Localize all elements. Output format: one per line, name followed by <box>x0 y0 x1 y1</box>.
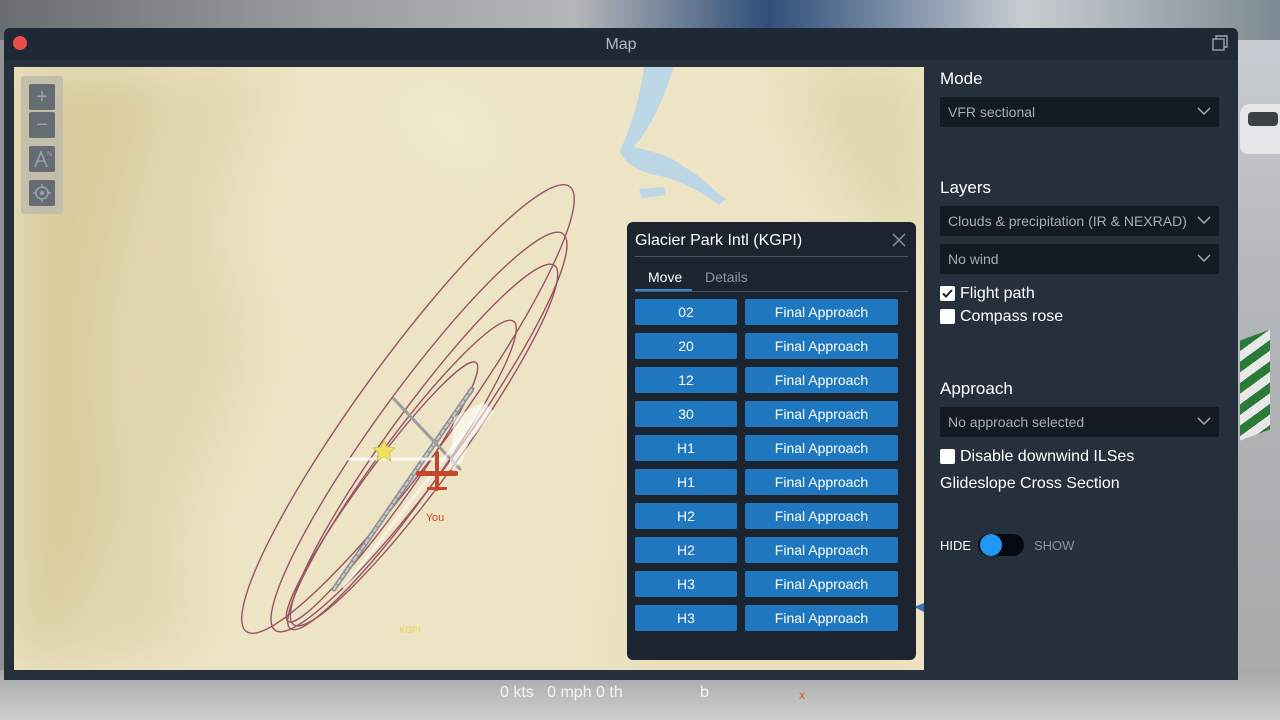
hud-x-marker: x <box>799 688 805 702</box>
runway-button[interactable]: 30 <box>635 401 737 427</box>
compass-rose-option: Compass rose <box>940 308 1140 328</box>
runway-button[interactable]: H2 <box>635 503 737 529</box>
final-approach-button[interactable]: Final Approach <box>745 299 898 325</box>
recenter-button[interactable] <box>29 180 55 206</box>
flight-path-checkbox[interactable] <box>940 286 955 301</box>
final-approach-button[interactable]: Final Approach <box>745 469 898 495</box>
chevron-down-icon <box>1197 107 1211 116</box>
tab-move[interactable]: Move <box>648 269 682 285</box>
north-up-button[interactable]: N <box>29 146 55 172</box>
chevron-down-icon <box>1197 254 1211 263</box>
background-car <box>1240 104 1280 154</box>
chevron-down-icon <box>1197 417 1211 426</box>
glideslope-toggle-row: HIDE SHOW <box>940 533 1140 557</box>
map-controls: + − N <box>21 76 63 214</box>
checkmark-icon <box>942 289 953 298</box>
final-approach-button[interactable]: Final Approach <box>745 401 898 427</box>
runway-button[interactable]: H3 <box>635 605 737 631</box>
svg-text:KGPI: KGPI <box>399 625 421 635</box>
runway-button[interactable]: H1 <box>635 435 737 461</box>
flight-path-option: Flight path <box>940 285 1140 305</box>
weather-layer-dropdown[interactable]: Clouds & precipitation (IR & NEXRAD) <box>940 206 1219 236</box>
approach-label: Approach <box>940 379 1013 398</box>
tab-details[interactable]: Details <box>705 269 748 285</box>
final-approach-button[interactable]: Final Approach <box>745 333 898 359</box>
zoom-out-button[interactable]: − <box>29 112 55 138</box>
approach-dropdown-value: No approach selected <box>948 414 1085 430</box>
runway-button[interactable]: H3 <box>635 571 737 597</box>
final-approach-button[interactable]: Final Approach <box>745 571 898 597</box>
window-titlebar[interactable]: Map <box>4 28 1238 60</box>
mode-label: Mode <box>940 69 983 88</box>
settings-panel: Mode VFR sectional Layers Clouds & preci… <box>940 67 1220 670</box>
runway-button[interactable]: H1 <box>635 469 737 495</box>
north-arrow-icon: N <box>34 149 52 168</box>
popout-window-icon[interactable] <box>1212 35 1228 51</box>
compass-rose-label: Compass rose <box>960 308 1064 325</box>
airport-popup: Glacier Park Intl (KGPI) Move Details 02… <box>627 222 916 660</box>
mode-dropdown-value: VFR sectional <box>948 104 1036 120</box>
popup-title: Glacier Park Intl (KGPI) <box>635 232 803 249</box>
hud-b-text: b <box>700 684 709 701</box>
close-icon[interactable] <box>892 233 906 247</box>
final-approach-button[interactable]: Final Approach <box>745 537 898 563</box>
tabs-divider <box>635 291 908 292</box>
wind-layer-value: No wind <box>948 251 999 267</box>
toggle-knob <box>980 534 1002 556</box>
svg-text:N: N <box>47 151 52 158</box>
runway-button[interactable]: 12 <box>635 367 737 393</box>
runway-button[interactable]: 02 <box>635 299 737 325</box>
chevron-down-icon <box>1197 216 1211 225</box>
final-approach-button[interactable]: Final Approach <box>745 367 898 393</box>
final-approach-button[interactable]: Final Approach <box>745 605 898 631</box>
final-approach-button[interactable]: Final Approach <box>745 503 898 529</box>
crosshair-icon <box>33 184 51 202</box>
zoom-in-button[interactable]: + <box>29 84 55 110</box>
popup-divider <box>635 256 908 257</box>
toggle-hide-label: HIDE <box>940 538 972 553</box>
final-approach-button[interactable]: Final Approach <box>745 435 898 461</box>
window-title: Map <box>605 36 637 53</box>
glideslope-toggle[interactable] <box>978 534 1024 556</box>
map-window: Map You KGPI + − N Glacier Park Intl (KG… <box>4 28 1238 680</box>
speed-readout: 0 kts 0 mph 0 th <box>500 684 623 701</box>
glideslope-label: Glideslope Cross Section <box>940 475 1120 492</box>
wind-layer-dropdown[interactable]: No wind <box>940 244 1219 274</box>
disable-downwind-checkbox[interactable] <box>940 449 955 464</box>
svg-text:You: You <box>426 512 445 524</box>
approach-dropdown[interactable]: No approach selected <box>940 407 1219 437</box>
mode-dropdown[interactable]: VFR sectional <box>940 97 1219 127</box>
compass-rose-checkbox[interactable] <box>940 309 955 324</box>
runway-button[interactable]: 20 <box>635 333 737 359</box>
layers-label: Layers <box>940 178 992 197</box>
toggle-show-label: SHOW <box>1034 538 1075 553</box>
disable-downwind-option: Disable downwind ILSes <box>940 448 1200 468</box>
background-stripe <box>1240 329 1270 441</box>
runway-button[interactable]: H2 <box>635 537 737 563</box>
weather-layer-value: Clouds & precipitation (IR & NEXRAD) <box>948 213 1187 229</box>
flight-path-label: Flight path <box>960 285 1035 302</box>
disable-downwind-label: Disable downwind ILSes <box>960 448 1135 465</box>
